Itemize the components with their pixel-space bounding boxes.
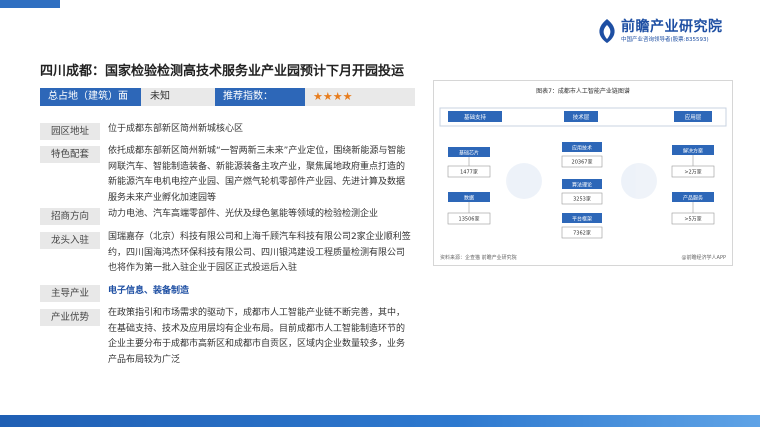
text-industry: 电子信息、装备制造 — [108, 286, 190, 296]
label-leaders: 龙头入驻 — [40, 232, 100, 249]
label-features: 特色配套 — [40, 146, 100, 163]
mid-item-count-1: 3253家 — [573, 196, 591, 203]
layer-label-foundation: 基础支持 — [464, 113, 487, 121]
text-features: 依托成都东部新区简州新城“一智两新三未来”产业定位，围绕新能源与智能网联汽车、智… — [108, 146, 406, 203]
page-title: 四川成都：国家检验检测高技术服务业产业园预计下月开园投运 — [40, 64, 405, 79]
industry-chain-diagram: 基础支持 技术层 应用层 基础芯片 1477家 数据 13506家 应用技术 2… — [439, 107, 727, 239]
figure-brand: @前瞻经济学人APP — [681, 255, 726, 261]
layer-label-tech: 技术层 — [573, 113, 590, 121]
rating-stars-icon: ★★★★ — [313, 90, 353, 103]
corner-accent — [0, 0, 60, 8]
mid-item-name-0: 应用技术 — [572, 145, 592, 152]
left-item-name-1: 数据 — [464, 195, 474, 202]
left-item-count-0: 1477家 — [460, 169, 478, 176]
label-advantage: 产业优势 — [40, 309, 100, 326]
footer-bar — [0, 415, 760, 427]
right-item-count-0: >2万家 — [684, 169, 701, 176]
industry-chain-figure: 图表7：成都市人工智能产业链图谱 基础支持 技术层 应用层 基础芯片 1477家… — [433, 80, 733, 266]
layer-label-app: 应用层 — [685, 113, 702, 121]
logo-title: 前瞻产业研究院 — [621, 19, 723, 35]
label-industry: 主导产业 — [40, 285, 100, 302]
rating-label: 推荐指数： — [215, 88, 305, 106]
figure-source: 资料来源：企查猫 前瞻产业研究院 — [440, 255, 517, 261]
text-address: 位于成都东部新区简州新城核心区 — [108, 124, 244, 134]
text-investment: 动力电池、汽车高端零部件、光伏及绿色氢能等领域的检验检测企业 — [108, 209, 379, 219]
left-item-count-1: 13506家 — [459, 216, 480, 223]
area-value: 未知 — [150, 91, 170, 102]
text-leaders: 国瑞嘉存（北京）科技有限公司和上海千顾汽车科技有限公司2家企业顺利签约，四川国海… — [108, 232, 411, 273]
summary-bar: 总占地（建筑）面积： 未知 推荐指数： ★★★★ — [40, 88, 415, 120]
logo-subtitle: 中国产业咨询领导者(股票:835593) — [621, 37, 709, 43]
mid-item-name-2: 平台框架 — [572, 216, 592, 223]
brand-logo: 前瞻产业研究院 中国产业咨询领导者(股票:835593) — [596, 16, 746, 48]
mid-item-name-1: 算法理论 — [572, 182, 592, 189]
label-address: 园区地址 — [40, 123, 100, 140]
right-item-name-0: 解决方案 — [683, 148, 703, 155]
left-item-name-0: 基础芯片 — [459, 150, 479, 157]
text-advantage: 在政策指引和市场需求的驱动下，成都市人工智能产业链不断完善，其中，在基础支持、技… — [108, 308, 406, 365]
right-item-count-1: >5万家 — [684, 216, 701, 223]
mid-item-count-0: 20367家 — [572, 159, 593, 166]
right-item-name-1: 产品服务 — [683, 195, 703, 202]
logo-mark-icon — [599, 19, 615, 43]
area-label: 总占地（建筑）面积： — [40, 88, 141, 120]
label-investment: 招商方向 — [40, 208, 100, 225]
mid-item-count-2: 7362家 — [573, 230, 591, 237]
